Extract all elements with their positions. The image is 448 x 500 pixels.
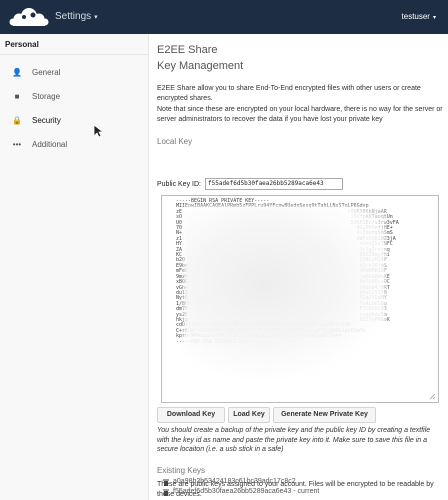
owncloud-logo-icon[interactable] (9, 7, 49, 27)
divider (0, 54, 148, 55)
sidebar-item-general[interactable]: 👤 General (0, 62, 148, 84)
load-key-button[interactable]: Load Key (228, 407, 270, 423)
generate-private-key-button[interactable]: Generate New Private Key (273, 407, 376, 423)
folder-icon: ■ (14, 92, 20, 101)
sidebar-item-label: Additional (32, 140, 68, 149)
sidebar-item-security[interactable]: 🔒 Security (0, 110, 148, 132)
existing-keys-heading: Existing Keys (157, 466, 206, 475)
sidebar-item-label: Security (32, 116, 61, 125)
download-key-button[interactable]: Download Key (157, 407, 225, 423)
sidebar-item-label: Storage (32, 92, 61, 101)
local-key-heading: Local Key (157, 137, 193, 146)
intro-text: E2EE Share allow you to share End-To-End… (157, 85, 421, 102)
app-menu-button[interactable]: Settings ▾ (55, 11, 98, 22)
warning-text: Note that since these are encrypted on y… (157, 106, 443, 123)
private-key-textarea[interactable]: -----BEGIN RSA PRIVATE KEY----- MIIEowIB… (161, 195, 439, 403)
sidebar-item-storage[interactable]: ■ Storage (0, 86, 148, 108)
redaction-blur (184, 206, 386, 376)
existing-keys-note: These are public keys assigned to your a… (157, 481, 434, 498)
public-key-label: Public Key ID: (157, 181, 201, 188)
public-key-id-field[interactable]: f55adef6d5b30faea26bb5289aca6e43 (205, 178, 343, 190)
section-title: Key Management (157, 60, 244, 72)
app-title: Settings (55, 11, 92, 22)
resize-handle-icon[interactable] (429, 393, 436, 400)
person-icon: 👤 (12, 68, 22, 77)
more-icon: ••• (12, 140, 22, 149)
main-content: E2EE Share Key Management E2EE Share all… (157, 0, 448, 500)
mouse-cursor-icon (93, 124, 105, 138)
chevron-down-icon: ▾ (94, 14, 98, 21)
backup-note: You should create a backup of the privat… (157, 427, 431, 453)
page-title: E2EE Share (157, 44, 218, 56)
sidebar: Personal 👤 General ■ Storage 🔒 Security … (0, 34, 149, 500)
sidebar-item-label: General (32, 68, 61, 77)
lock-icon: 🔒 (12, 116, 22, 125)
sidebar-heading: Personal (5, 40, 39, 49)
sidebar-item-additional[interactable]: ••• Additional (0, 134, 148, 156)
